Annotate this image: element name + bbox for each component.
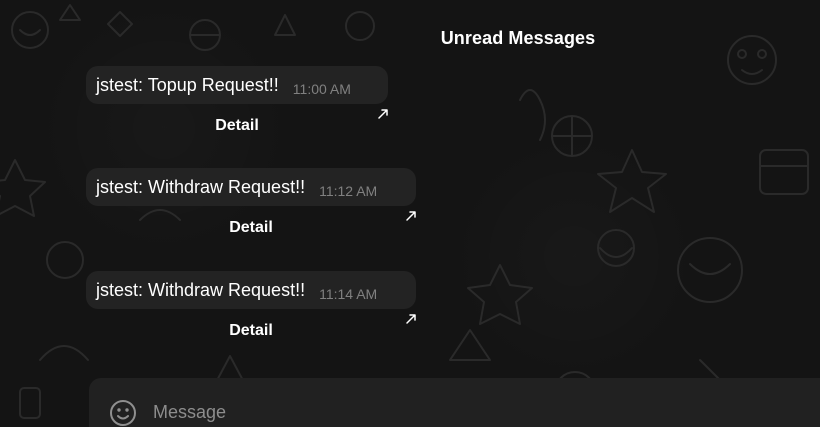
message-text: jstest: Topup Request!!: [96, 74, 279, 95]
message-item: jstest: Topup Request!! 11:00 AM Detail: [86, 66, 388, 148]
message-time: 11:12 AM: [319, 183, 378, 199]
message-item: jstest: Withdraw Request!! 11:12 AM Deta…: [86, 168, 416, 250]
open-link-icon: [406, 211, 416, 221]
message-bubble: jstest: Topup Request!! 11:00 AM: [86, 66, 388, 104]
chat-window: Unread Messages jstest: Topup Request!! …: [0, 0, 820, 427]
detail-button[interactable]: Detail: [86, 104, 388, 148]
detail-button[interactable]: Detail: [86, 206, 416, 250]
message-text: jstest: Withdraw Request!!: [96, 176, 306, 197]
message-item: jstest: Withdraw Request!! 11:14 AM Deta…: [86, 271, 416, 353]
message-input[interactable]: [153, 398, 653, 426]
detail-button-label: Detail: [215, 117, 259, 134]
message-time: 11:14 AM: [319, 286, 378, 302]
message-text: jstest: Withdraw Request!!: [96, 279, 306, 300]
message-bubble: jstest: Withdraw Request!! 11:14 AM: [86, 271, 416, 309]
detail-button-label: Detail: [229, 322, 273, 339]
message-bubble: jstest: Withdraw Request!! 11:12 AM: [86, 168, 416, 206]
detail-button[interactable]: Detail: [86, 309, 416, 353]
message-time: 11:00 AM: [292, 81, 351, 97]
unread-messages-banner: Unread Messages: [440, 28, 596, 48]
open-link-icon: [406, 314, 416, 324]
smiley-face-icon[interactable]: [108, 398, 138, 427]
detail-button-label: Detail: [229, 219, 273, 236]
open-link-icon: [378, 109, 388, 119]
